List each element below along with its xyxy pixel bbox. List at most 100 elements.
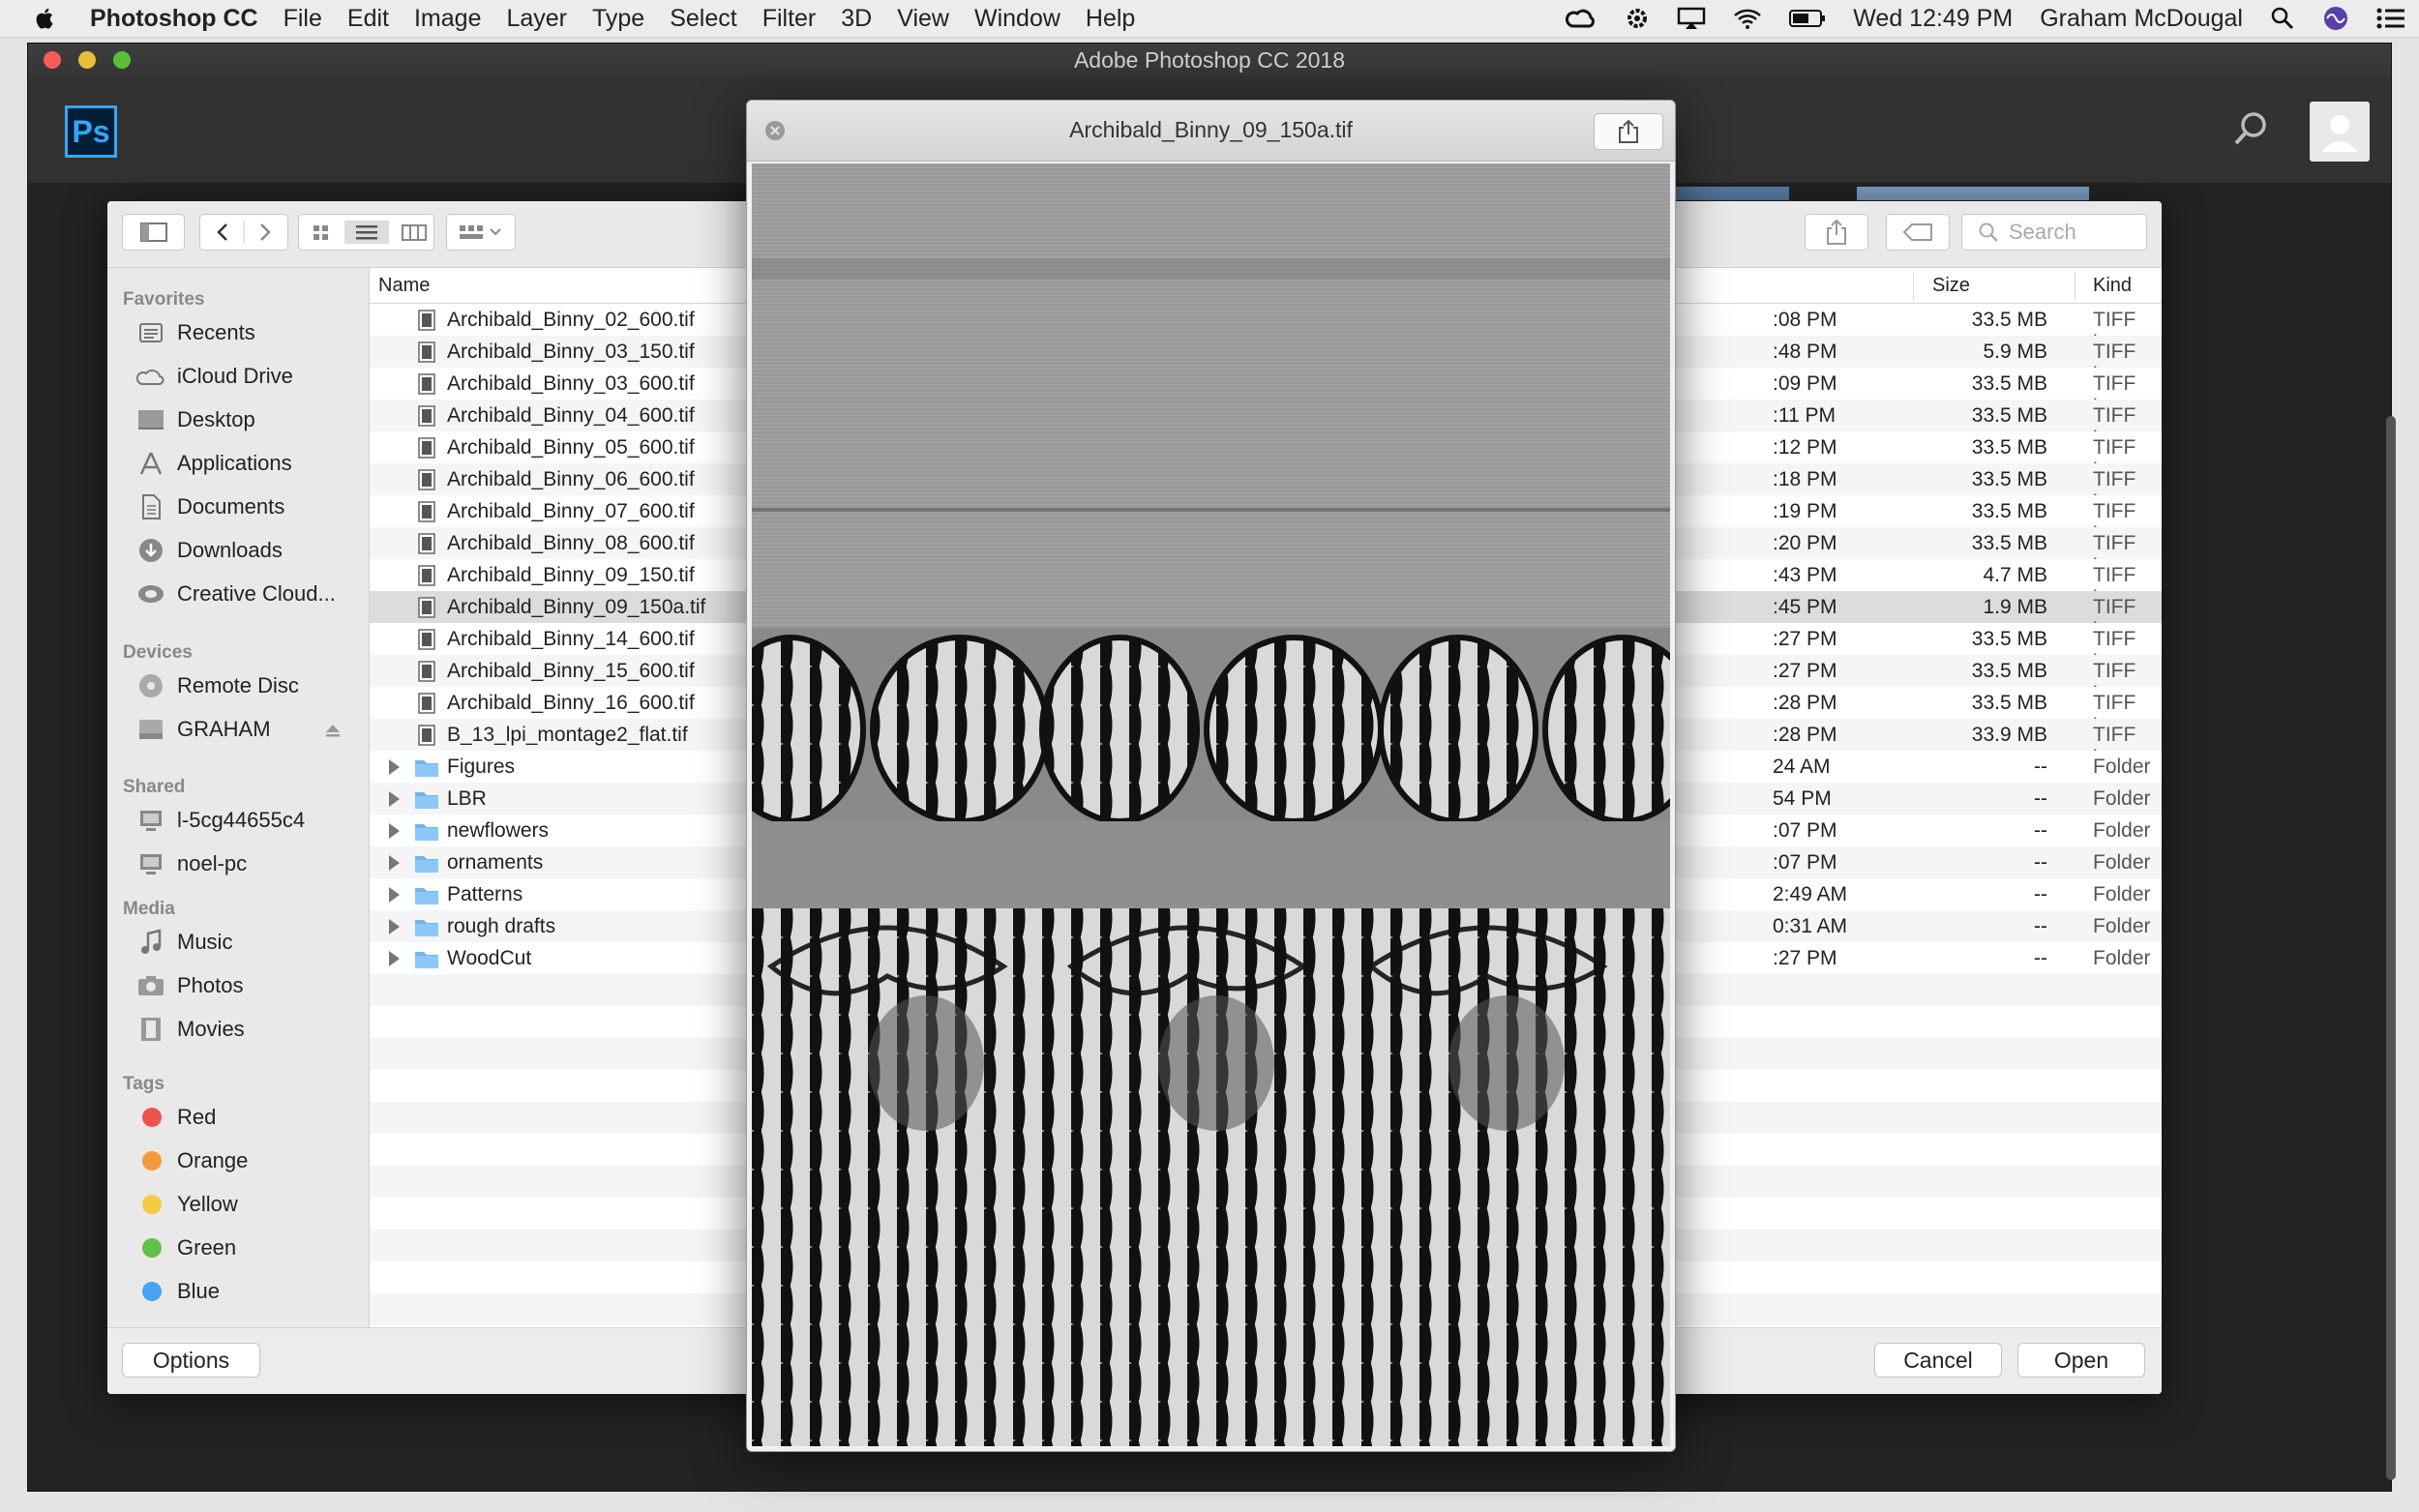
menu-filter[interactable]: Filter [750, 5, 829, 33]
scrollbar[interactable] [2386, 416, 2396, 1480]
siri-icon[interactable] [2322, 5, 2349, 32]
column-name-header[interactable]: Name [378, 275, 430, 297]
recent-thumbnail[interactable] [1673, 187, 1789, 200]
quick-look-share-button[interactable] [1594, 113, 1663, 150]
file-size: 33.5 MB [1971, 628, 2047, 650]
group-by-button[interactable] [446, 214, 516, 251]
disclosure-triangle-icon[interactable] [389, 823, 400, 839]
menu-image[interactable]: Image [402, 5, 493, 33]
menu-type[interactable]: Type [580, 5, 657, 33]
sidebar-tag-green[interactable]: Green [136, 1229, 236, 1267]
wifi-icon[interactable] [1733, 7, 1762, 30]
sidebar-item-icloud-drive[interactable]: iCloud Drive [136, 357, 293, 396]
menu-layer[interactable]: Layer [493, 5, 580, 33]
file-name: Archibald_Binny_08_600.tif [447, 532, 695, 554]
menu-help[interactable]: Help [1073, 5, 1148, 33]
notification-center-icon[interactable] [2376, 7, 2405, 30]
sidebar-item-shared-computer[interactable]: l-5cg44655c4 [136, 801, 305, 840]
file-name: Archibald_Binny_06_600.tif [447, 468, 695, 490]
sidebar-item-documents[interactable]: Documents [136, 488, 284, 526]
file-size: 4.7 MB [1983, 564, 2047, 586]
date-modified: :07 PM [1773, 819, 1837, 842]
disclosure-triangle-icon[interactable] [389, 759, 400, 775]
recent-thumbnail[interactable] [1857, 187, 2089, 200]
creative-cloud-status-icon[interactable] [1565, 7, 1598, 30]
open-button[interactable]: Open [2017, 1343, 2145, 1378]
date-modified: :45 PM [1773, 596, 1837, 618]
sidebar-item-label: Red [177, 1105, 217, 1129]
user-name[interactable]: Graham McDougal [2040, 5, 2243, 33]
sidebar-item-graham[interactable]: GRAHAM [136, 710, 271, 749]
sidebar-item-label: iCloud Drive [177, 364, 293, 388]
sidebar-item-applications[interactable]: Applications [136, 444, 292, 483]
share-button[interactable] [1805, 214, 1868, 251]
close-window-button[interactable] [44, 51, 61, 69]
zoom-window-button[interactable] [113, 51, 131, 69]
sidebar-item-remote-disc[interactable]: Remote Disc [136, 667, 299, 705]
folder-icon [415, 856, 438, 873]
disclosure-triangle-icon[interactable] [389, 855, 400, 871]
sidebar-tag-orange[interactable]: Orange [136, 1141, 248, 1180]
date-modified: :11 PM [1773, 404, 1836, 427]
file-size: 5.9 MB [1983, 341, 2047, 363]
tag-dot-icon [142, 1108, 162, 1127]
disclosure-triangle-icon[interactable] [389, 919, 400, 934]
file-size: -- [2034, 947, 2047, 969]
column-divider[interactable] [1913, 272, 1914, 301]
disclosure-triangle-icon[interactable] [389, 791, 400, 807]
disclosure-triangle-icon[interactable] [389, 887, 400, 903]
column-kind-header[interactable]: Kind [2093, 275, 2132, 297]
gear-status-icon[interactable] [1625, 6, 1650, 31]
battery-icon[interactable] [1789, 8, 1826, 29]
menu-select[interactable]: Select [657, 5, 749, 33]
sidebar-item-creative-cloud[interactable]: Creative Cloud... [136, 575, 336, 613]
clock[interactable]: Wed 12:49 PM [1853, 5, 2013, 33]
sidebar-item-music[interactable]: Music [136, 923, 232, 962]
menu-window[interactable]: Window [962, 5, 1073, 33]
sidebar-item-noel-pc[interactable]: noel-pc [136, 845, 247, 883]
date-modified: 24 AM [1773, 756, 1831, 778]
sidebar-item-movies[interactable]: Movies [136, 1010, 245, 1049]
sidebar-item-photos[interactable]: Photos [136, 966, 244, 1005]
sidebar-item-label: Blue [177, 1279, 221, 1303]
computer-icon [140, 854, 162, 875]
apple-icon[interactable] [33, 6, 58, 31]
sidebar-item-recents[interactable]: Recents [136, 313, 255, 352]
column-divider[interactable] [2075, 272, 2076, 301]
sidebar-toggle-button[interactable] [122, 214, 185, 251]
sidebar-tag-yellow[interactable]: Yellow [136, 1185, 238, 1224]
search-field[interactable]: Search [1961, 214, 2147, 251]
sidebar-item-label: l-5cg44655c4 [177, 808, 306, 832]
menu-file[interactable]: File [271, 5, 335, 33]
sidebar-item-desktop[interactable]: Desktop [136, 400, 255, 439]
shared-header: Shared [123, 777, 186, 797]
file-size: 33.5 MB [1971, 532, 2047, 554]
sidebar-tag-red[interactable]: Red [136, 1098, 216, 1137]
sidebar-item-label: Documents [177, 494, 285, 519]
sidebar-tag-blue[interactable]: Blue [136, 1272, 220, 1311]
column-size-header[interactable]: Size [1932, 275, 1970, 297]
options-button[interactable]: Options [122, 1343, 260, 1378]
menu-edit[interactable]: Edit [335, 5, 402, 33]
menu-view[interactable]: View [884, 5, 962, 33]
file-name: Figures [447, 756, 516, 778]
file-size: -- [2034, 883, 2047, 905]
search-icon[interactable] [2232, 109, 2271, 148]
menu-3d[interactable]: 3D [828, 5, 884, 33]
sidebar-item-downloads[interactable]: Downloads [136, 531, 283, 570]
cancel-button[interactable]: Cancel [1874, 1343, 2002, 1378]
menu-app-name[interactable]: Photoshop CC [77, 5, 271, 33]
minimize-window-button[interactable] [78, 51, 96, 69]
tiff-file-icon [418, 597, 435, 618]
spotlight-search-icon[interactable] [2270, 6, 2295, 31]
airplay-icon[interactable] [1677, 7, 1706, 30]
file-size: 33.5 MB [1971, 372, 2047, 395]
disclosure-triangle-icon[interactable] [389, 951, 400, 966]
back-forward-buttons[interactable] [199, 214, 288, 251]
file-kind: Folder [2093, 787, 2151, 810]
eject-icon[interactable] [325, 723, 341, 738]
view-mode-selector[interactable] [298, 214, 434, 251]
date-modified: :12 PM [1773, 436, 1837, 459]
tag-button[interactable] [1886, 214, 1950, 251]
user-avatar[interactable] [2310, 102, 2370, 162]
